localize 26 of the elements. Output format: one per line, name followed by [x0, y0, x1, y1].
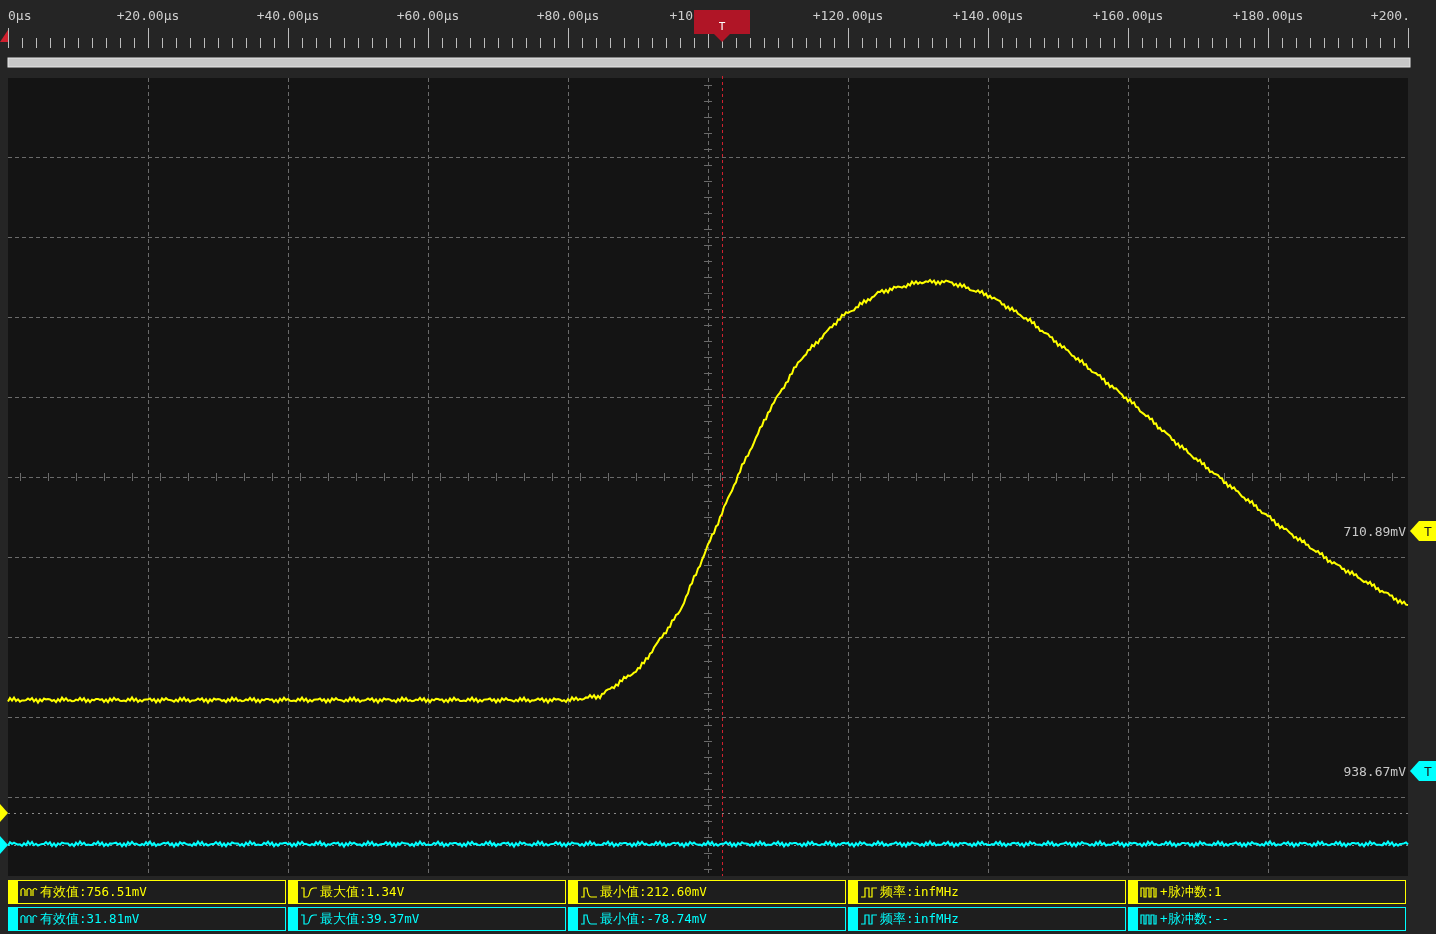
- measurement-value: 有效值:756.51mV: [40, 882, 147, 901]
- measurement-value: +脉冲数:1: [1160, 882, 1222, 901]
- time-label: +80.00µs: [536, 8, 600, 23]
- measurement-value: 频率:infMHz: [880, 882, 959, 901]
- time-label: +20.00µs: [116, 8, 180, 23]
- time-label: +180.00µs: [1232, 8, 1304, 23]
- time-label: +60.00µs: [396, 8, 460, 23]
- trigger-level-marker[interactable]: T: [1410, 521, 1436, 541]
- time-label: +120.00µs: [812, 8, 884, 23]
- measurement-value: 有效值:31.81mV: [40, 909, 140, 928]
- trigger-level-marker[interactable]: T: [1410, 761, 1436, 781]
- time-label: 0µs: [8, 8, 32, 23]
- time-label: +10: [669, 8, 693, 23]
- time-label: +140.00µs: [952, 8, 1024, 23]
- trigger-marker[interactable]: T: [694, 10, 750, 42]
- measurement-value: 频率:infMHz: [880, 909, 959, 928]
- measurement-value: 最小值:212.60mV: [600, 882, 707, 901]
- measurement-value: 最大值:39.37mV: [320, 909, 420, 928]
- time-label: +160.00µs: [1092, 8, 1164, 23]
- measurement-value: +脉冲数:--: [1160, 909, 1230, 928]
- time-label: +40.00µs: [256, 8, 320, 23]
- time-label: +200.: [1370, 8, 1410, 23]
- measurement-value: 最大值:1.34V: [320, 882, 405, 901]
- trigger-level-label: 710.89mV: [1343, 524, 1406, 539]
- trigger-level-label: 938.67mV: [1343, 764, 1406, 779]
- measurement-value: 最小值:-78.74mV: [600, 909, 707, 928]
